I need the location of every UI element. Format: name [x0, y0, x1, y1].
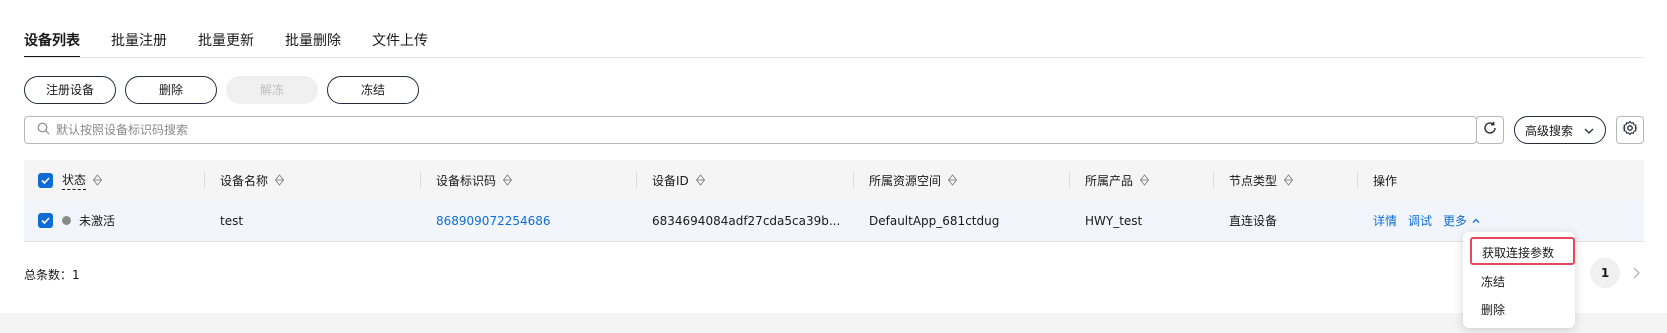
column-separator: [1357, 172, 1358, 188]
toolbar: 注册设备 删除 解冻 冻结: [24, 76, 419, 104]
menu-item-freeze[interactable]: 冻结: [1481, 273, 1505, 290]
menu-item-get-connection-params[interactable]: 获取连接参数: [1482, 244, 1554, 261]
sort-icon[interactable]: [274, 174, 285, 186]
tab-batch-register[interactable]: 批量注册: [111, 0, 167, 58]
sort-icon[interactable]: [947, 174, 958, 186]
column-actions: 操作: [1373, 160, 1397, 200]
advanced-search-label: 高级搜索: [1525, 123, 1574, 138]
advanced-search-select[interactable]: 高级搜索: [1514, 116, 1606, 144]
delete-button[interactable]: 删除: [125, 76, 217, 104]
debug-link[interactable]: 调试: [1408, 212, 1432, 229]
product-cell: HWY_test: [1085, 213, 1143, 228]
column-device-id[interactable]: 设备ID: [652, 160, 706, 200]
column-name[interactable]: 设备名称: [220, 160, 285, 200]
status-header-label: 状态: [62, 171, 87, 190]
more-dropdown-menu: 获取连接参数 冻结 删除: [1463, 232, 1575, 328]
refresh-icon: [1482, 120, 1498, 140]
column-status[interactable]: 状态: [62, 160, 103, 200]
column-separator: [420, 172, 421, 188]
device-id-cell: 6834694084adf27cda5ca39b...: [652, 213, 841, 228]
column-product[interactable]: 所属产品: [1085, 160, 1150, 200]
identifier-link[interactable]: 868909072254686: [436, 200, 551, 241]
search-box: [24, 116, 1477, 144]
sort-icon[interactable]: [695, 174, 706, 186]
sort-icon[interactable]: [1139, 174, 1150, 186]
actions-header-label: 操作: [1373, 173, 1398, 188]
more-link[interactable]: 更多: [1443, 212, 1467, 229]
search-icon: [37, 122, 50, 139]
register-device-button[interactable]: 注册设备: [24, 76, 116, 104]
column-separator: [1069, 172, 1070, 188]
column-separator: [636, 172, 637, 188]
sort-icon[interactable]: [502, 174, 513, 186]
column-separator: [853, 172, 854, 188]
name-cell: test: [220, 213, 244, 228]
sort-icon[interactable]: [1283, 174, 1294, 186]
chevron-up-icon[interactable]: [1471, 216, 1481, 226]
column-separator: [204, 172, 205, 188]
select-all-checkbox[interactable]: [38, 160, 53, 200]
status-cell: 未激活: [62, 200, 115, 241]
tab-batch-update[interactable]: 批量更新: [198, 0, 254, 58]
tab-device-list[interactable]: 设备列表: [24, 0, 80, 58]
sort-icon[interactable]: [92, 174, 103, 186]
column-node-type[interactable]: 节点类型: [1229, 160, 1294, 200]
node-type-cell: 直连设备: [1229, 214, 1278, 228]
product-header-label: 所属产品: [1085, 173, 1134, 188]
table-row: 未激活 test 868909072254686 6834694084adf27…: [24, 200, 1644, 242]
gear-icon: [1622, 120, 1638, 140]
column-separator: [1213, 172, 1214, 188]
tab-divider: [24, 57, 1644, 58]
search-input[interactable]: [56, 123, 1456, 137]
status-dot: [62, 216, 71, 225]
tab-batch-delete[interactable]: 批量删除: [285, 0, 341, 58]
row-checkbox[interactable]: [38, 200, 53, 241]
device-list-card: 设备列表 批量注册 批量更新 批量删除 文件上传 注册设备 删除 解冻 冻结 高…: [0, 0, 1667, 313]
refresh-button[interactable]: [1476, 116, 1504, 144]
total-count: 总条数：1: [24, 268, 80, 282]
chevron-right-icon[interactable]: [1628, 264, 1644, 282]
settings-button[interactable]: [1616, 116, 1644, 144]
column-space[interactable]: 所属资源空间: [869, 160, 958, 200]
tab-file-upload[interactable]: 文件上传: [372, 0, 428, 58]
menu-item-delete[interactable]: 删除: [1481, 301, 1505, 318]
unfreeze-button[interactable]: 解冻: [226, 76, 318, 104]
column-identifier[interactable]: 设备标识码: [436, 160, 513, 200]
device-id-header-label: 设备ID: [652, 173, 689, 188]
name-header-label: 设备名称: [220, 173, 269, 188]
node-type-header-label: 节点类型: [1229, 173, 1278, 188]
space-cell: DefaultApp_681ctdug: [869, 213, 1000, 228]
detail-link[interactable]: 详情: [1373, 212, 1397, 229]
freeze-button[interactable]: 冻结: [327, 76, 419, 104]
page-number-button[interactable]: 1: [1590, 258, 1620, 288]
status-text: 未激活: [79, 214, 116, 228]
identifier-header-label: 设备标识码: [436, 173, 497, 188]
space-header-label: 所属资源空间: [869, 173, 942, 188]
chevron-down-icon: [1583, 125, 1595, 140]
table-header: 状态 设备名称 设备标识码 设备ID 所属资源空间 所属产品 节点类型 操作: [24, 160, 1644, 200]
tab-bar: 设备列表 批量注册 批量更新 批量删除 文件上传: [24, 0, 459, 58]
